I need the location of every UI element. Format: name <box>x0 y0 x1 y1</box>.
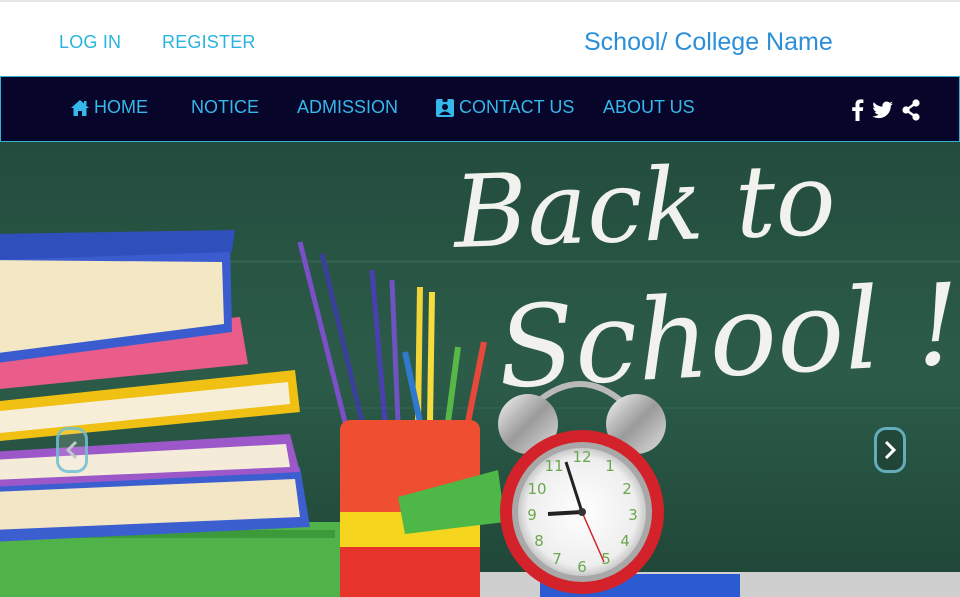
svg-text:4: 4 <box>620 532 630 550</box>
nav-about-label: ABOUT US <box>603 97 695 117</box>
svg-text:6: 6 <box>577 558 587 576</box>
svg-text:12: 12 <box>572 448 591 466</box>
hero-image: Back to School ! 12 1 2 3 4 5 6 7 8 9 10… <box>0 142 960 597</box>
svg-text:7: 7 <box>552 550 562 568</box>
nav-home[interactable]: HOME <box>70 97 148 118</box>
carousel-next-button[interactable] <box>874 427 906 473</box>
svg-text:10: 10 <box>527 480 546 498</box>
nav-contact[interactable]: CONTACT US <box>435 97 574 118</box>
twitter-icon[interactable] <box>872 99 894 121</box>
top-bar: LOG IN REGISTER School/ College Name <box>0 0 960 76</box>
chalk-line-2: School ! <box>495 260 960 414</box>
nav-contact-label: CONTACT US <box>459 97 575 117</box>
nav-admission[interactable]: ADMISSION <box>297 97 398 118</box>
nav-notice-label: NOTICE <box>191 97 260 117</box>
register-link[interactable]: REGISTER <box>162 32 256 53</box>
main-navbar: HOME NOTICE ADMISSION CONTACT US ABOUT U… <box>0 76 960 142</box>
nav-home-label: HOME <box>94 97 148 117</box>
nav-about[interactable]: ABOUT US <box>603 97 695 118</box>
svg-text:9: 9 <box>527 506 537 524</box>
facebook-icon[interactable] <box>850 99 864 121</box>
site-name: School/ College Name <box>584 28 833 56</box>
share-icon[interactable] <box>901 99 921 121</box>
hero-carousel: Back to School ! 12 1 2 3 4 5 6 7 8 9 10… <box>0 142 960 597</box>
login-link[interactable]: LOG IN <box>59 32 121 53</box>
svg-text:3: 3 <box>628 506 638 524</box>
home-icon <box>71 99 89 116</box>
svg-text:11: 11 <box>544 457 563 475</box>
svg-text:8: 8 <box>534 532 544 550</box>
chalk-line-1: Back to <box>450 142 838 271</box>
nav-admission-label: ADMISSION <box>297 97 399 117</box>
chevron-left-icon <box>65 440 78 460</box>
nav-notice[interactable]: NOTICE <box>191 97 259 118</box>
chevron-right-icon <box>884 440 897 460</box>
contact-card-icon <box>436 97 454 117</box>
svg-text:2: 2 <box>622 480 632 498</box>
carousel-prev-button[interactable] <box>56 427 88 473</box>
svg-text:1: 1 <box>605 457 615 475</box>
